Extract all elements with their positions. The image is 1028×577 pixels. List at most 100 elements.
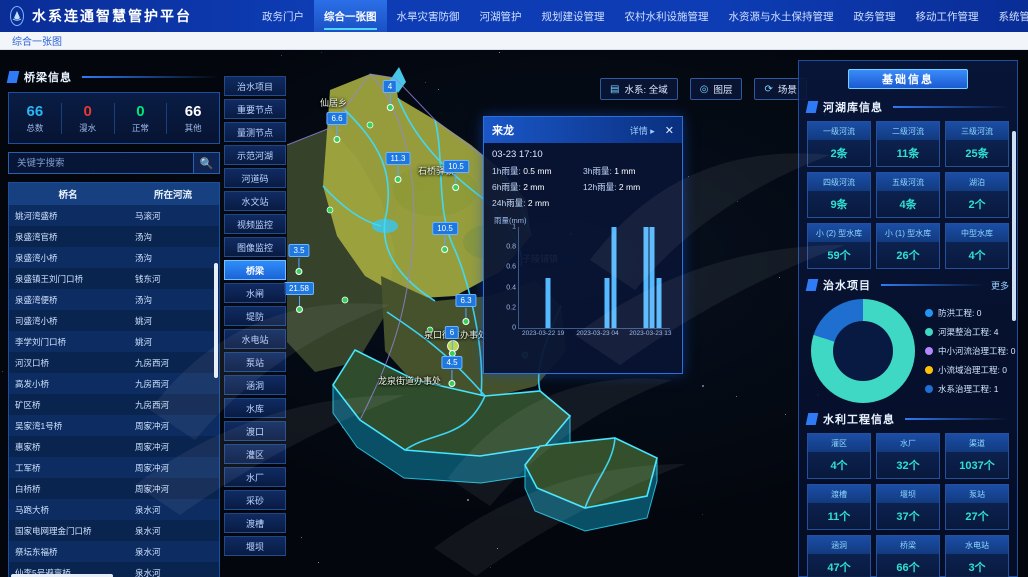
- layer-item-涵洞[interactable]: 涵洞: [224, 375, 286, 395]
- popup-detail-link[interactable]: 详情 ▸: [630, 124, 655, 137]
- marker-value: 6: [445, 326, 459, 339]
- marker-value: 6.6: [326, 112, 347, 125]
- map-station-marker[interactable]: 6.6: [326, 108, 347, 143]
- cell-label: 二级河流: [877, 122, 939, 140]
- popup-body: 03-23 17:10 1h雨量: 0.5 mm3h雨量: 1 mm6h雨量: …: [484, 143, 682, 347]
- cell-label: 堰坝: [877, 485, 939, 503]
- nav-item-规划建设管理[interactable]: 规划建设管理: [532, 0, 615, 32]
- layer-item-视频监控[interactable]: 视频监控: [224, 214, 286, 234]
- bridge-stat-其他: 66其他: [167, 103, 219, 134]
- bridge-name-cell: 泉盛湾便桥: [9, 289, 127, 310]
- table-row[interactable]: 祭坛东福桥泉水河: [9, 541, 219, 562]
- layer-item-堰坝[interactable]: 堰坝: [224, 536, 286, 556]
- nav-item-政务管理[interactable]: 政务管理: [844, 0, 906, 32]
- layer-item-水库[interactable]: 水库: [224, 398, 286, 418]
- nav-item-政务门户[interactable]: 政务门户: [252, 0, 314, 32]
- river-cell-三级河流: 三级河流25条: [945, 121, 1009, 167]
- table-row[interactable]: 高发小桥九房西河: [9, 373, 219, 394]
- cell-value: 4个: [946, 242, 1008, 268]
- table-row[interactable]: 矿区桥九房西河: [9, 394, 219, 415]
- map-station-marker[interactable]: 6.3: [455, 290, 476, 325]
- table-row[interactable]: 马跑大桥泉水河: [9, 499, 219, 520]
- bridge-stat-正常: 0正常: [115, 103, 168, 134]
- project-donut-chart: [811, 299, 915, 403]
- cell-label: 小 (2) 型水库: [808, 224, 870, 242]
- nav-item-河湖管护[interactable]: 河湖管护: [470, 0, 532, 32]
- layer-item-堤防[interactable]: 堤防: [224, 306, 286, 326]
- layer-item-量测节点[interactable]: 量测节点: [224, 122, 286, 142]
- map-station-marker[interactable]: 10.5: [432, 218, 458, 253]
- marker-value: 4.5: [441, 356, 462, 369]
- map-station-marker[interactable]: 21.58: [284, 278, 314, 313]
- layer-item-水文站[interactable]: 水文站: [224, 191, 286, 211]
- cell-value: 25条: [946, 140, 1008, 166]
- table-row[interactable]: 白桥桥周家冲河: [9, 478, 219, 499]
- close-icon[interactable]: ✕: [665, 124, 674, 137]
- eng-cell-渠道: 渠道1037个: [945, 433, 1009, 479]
- bridge-stat-总数: 66总数: [9, 103, 62, 134]
- layer-item-水电站[interactable]: 水电站: [224, 329, 286, 349]
- right-panel-scrollbar[interactable]: [1012, 131, 1016, 321]
- legend-label: 水系治理工程: 1: [938, 383, 998, 395]
- map-station-marker[interactable]: 3.5: [288, 240, 309, 275]
- layer-item-桥梁[interactable]: 桥梁: [224, 260, 286, 280]
- legend-dot-icon: [925, 366, 933, 374]
- layer-item-水闸[interactable]: 水闸: [224, 283, 286, 303]
- panel-title: 桥梁信息: [24, 69, 72, 85]
- map-station-marker[interactable]: 4: [383, 76, 397, 111]
- table-row[interactable]: 泉盛湾官桥汤沟: [9, 226, 219, 247]
- table-row[interactable]: 工军桥周家冲河: [9, 457, 219, 478]
- x-tick-label: 2023-03-23 04: [576, 330, 618, 337]
- nav-item-水资源与水土保持管理[interactable]: 水资源与水土保持管理: [719, 0, 844, 32]
- layer-item-采砂[interactable]: 采砂: [224, 490, 286, 510]
- cell-value: 1037个: [946, 452, 1008, 478]
- basic-info-badge[interactable]: 基础信息: [848, 69, 968, 89]
- table-row[interactable]: 国家电网理金门口桥泉水河: [9, 520, 219, 541]
- search-input[interactable]: [8, 152, 194, 174]
- layer-item-治水项目[interactable]: 治水项目: [224, 76, 286, 96]
- star: [281, 55, 282, 56]
- table-row[interactable]: 司盛湾小桥姚河: [9, 310, 219, 331]
- table-row[interactable]: 泉盛镇王刘门口桥钱东河: [9, 268, 219, 289]
- layer-item-泵站[interactable]: 泵站: [224, 352, 286, 372]
- stat-label: 漫水: [62, 122, 114, 134]
- layer-item-河道码[interactable]: 河道码: [224, 168, 286, 188]
- nav-item-移动工作管理[interactable]: 移动工作管理: [906, 0, 989, 32]
- nav-item-水旱灾害防御[interactable]: 水旱灾害防御: [387, 0, 470, 32]
- layer-item-图像监控[interactable]: 图像监控: [224, 237, 286, 257]
- table-row[interactable]: 姚河湾盛桥马滚河: [9, 205, 219, 226]
- table-row[interactable]: 吴家湾1号桥周家冲河: [9, 415, 219, 436]
- river-name-cell: 马滚河: [127, 205, 219, 226]
- bridge-name-cell: 泉盛湾官桥: [9, 226, 127, 247]
- layer-item-渡槽[interactable]: 渡槽: [224, 513, 286, 533]
- bridge-name-cell: 司盛湾小桥: [9, 310, 127, 331]
- table-row[interactable]: 李学刘门口桥姚河: [9, 331, 219, 352]
- section-divider: [905, 418, 1009, 420]
- table-row[interactable]: 泉盛湾小桥汤沟: [9, 247, 219, 268]
- map-station-marker[interactable]: 11.3: [386, 148, 411, 183]
- water-system-filter[interactable]: ▤水系: 全域: [600, 78, 678, 100]
- layer-item-示范河湖[interactable]: 示范河湖: [224, 145, 286, 165]
- layer-item-渡口[interactable]: 渡口: [224, 421, 286, 441]
- layer-item-重要节点[interactable]: 重要节点: [224, 99, 286, 119]
- layer-item-灌区[interactable]: 灌区: [224, 444, 286, 464]
- layers-button[interactable]: ◎图层: [690, 78, 743, 100]
- map-station-marker[interactable]: 4.5: [441, 352, 462, 387]
- star: [2, 371, 3, 372]
- nav-item-系统管理[interactable]: 系统管理: [989, 0, 1028, 32]
- legend-label: 河渠整治工程: 4: [938, 326, 998, 338]
- nav-item-农村水利设施管理[interactable]: 农村水利设施管理: [615, 0, 719, 32]
- nav-item-综合一张图[interactable]: 综合一张图: [314, 0, 387, 32]
- breadcrumb[interactable]: 综合一张图: [12, 33, 62, 48]
- map-station-marker[interactable]: 10.5: [443, 156, 469, 191]
- eng-cell-灌区: 灌区4个: [807, 433, 871, 479]
- table-row[interactable]: 河汊口桥九房西河: [9, 352, 219, 373]
- chart-bar: [612, 227, 617, 328]
- more-link[interactable]: 更多: [991, 279, 1009, 292]
- table-vertical-scrollbar[interactable]: [214, 263, 218, 378]
- legend-label: 中小河流治理工程: 0: [938, 345, 1015, 357]
- table-row[interactable]: 泉盛湾便桥汤沟: [9, 289, 219, 310]
- layer-item-水厂[interactable]: 水厂: [224, 467, 286, 487]
- table-row[interactable]: 惠家桥周家冲河: [9, 436, 219, 457]
- search-button[interactable]: 🔍: [194, 152, 220, 174]
